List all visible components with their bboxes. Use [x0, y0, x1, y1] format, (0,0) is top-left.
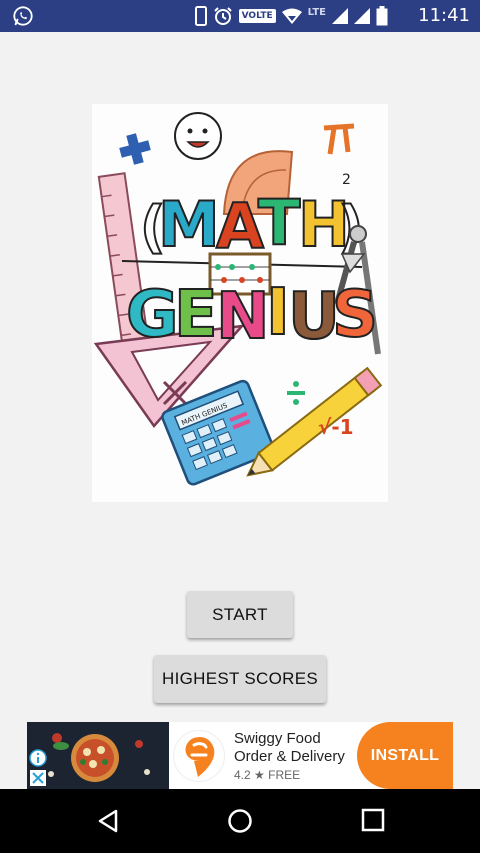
svg-text:2: 2 — [342, 172, 351, 188]
start-button[interactable]: START — [187, 591, 293, 638]
plus-icon — [119, 133, 151, 165]
home-icon[interactable] — [227, 808, 253, 834]
ad-title-line2: Order & Delivery — [234, 748, 345, 765]
volte-badge: VOLTE — [238, 9, 276, 23]
star-icon: ★ — [254, 768, 265, 782]
recents-icon[interactable] — [361, 808, 385, 832]
smiley-face-icon — [174, 112, 222, 160]
svg-text:I: I — [266, 276, 290, 350]
swiggy-logo-icon — [173, 730, 225, 782]
whatsapp-icon — [13, 6, 33, 26]
ad-rating: 4.2 ★ FREE — [234, 768, 300, 782]
svg-text:S: S — [332, 278, 378, 352]
status-bar: VOLTE LTE 11:41 — [0, 0, 480, 32]
svg-text:√-1: √-1 — [318, 415, 354, 439]
clock: 11:41 — [418, 5, 470, 26]
phone-screen-icon — [194, 6, 207, 26]
signal-icon-1 — [332, 8, 348, 24]
ad-app-title: Swiggy Food Order & Delivery — [234, 730, 364, 766]
highest-scores-button[interactable]: HIGHEST SCORES — [154, 655, 326, 703]
network-type-label: LTE — [307, 6, 326, 18]
ad-price: FREE — [268, 768, 301, 782]
back-icon[interactable] — [95, 808, 121, 834]
ad-install-button[interactable]: INSTALL — [357, 722, 453, 789]
pi-icon — [323, 123, 355, 155]
wifi-icon — [281, 8, 302, 24]
navigation-bar — [0, 789, 480, 853]
svg-text:N: N — [216, 280, 270, 354]
ad-info-icon[interactable] — [29, 749, 47, 767]
math-genius-logo: ( M A T H ) 2 G E N I U S MATH GENIUS √-… — [92, 104, 388, 502]
svg-text:E: E — [174, 278, 218, 352]
svg-text:G: G — [126, 278, 179, 352]
svg-text:M: M — [158, 188, 220, 261]
battery-icon — [376, 6, 388, 26]
svg-text:A: A — [216, 190, 264, 263]
ad-banner[interactable]: Swiggy Food Order & Delivery 4.2 ★ FREE … — [27, 722, 453, 789]
ad-title-line1: Swiggy Food — [234, 730, 321, 747]
ad-food-image — [27, 722, 169, 789]
divide-icon — [287, 381, 305, 405]
signal-icon-2 — [354, 8, 370, 24]
ad-close-icon[interactable] — [30, 770, 46, 786]
svg-text:T: T — [258, 186, 300, 259]
alarm-icon — [213, 7, 232, 25]
ad-rating-value: 4.2 — [234, 768, 251, 782]
